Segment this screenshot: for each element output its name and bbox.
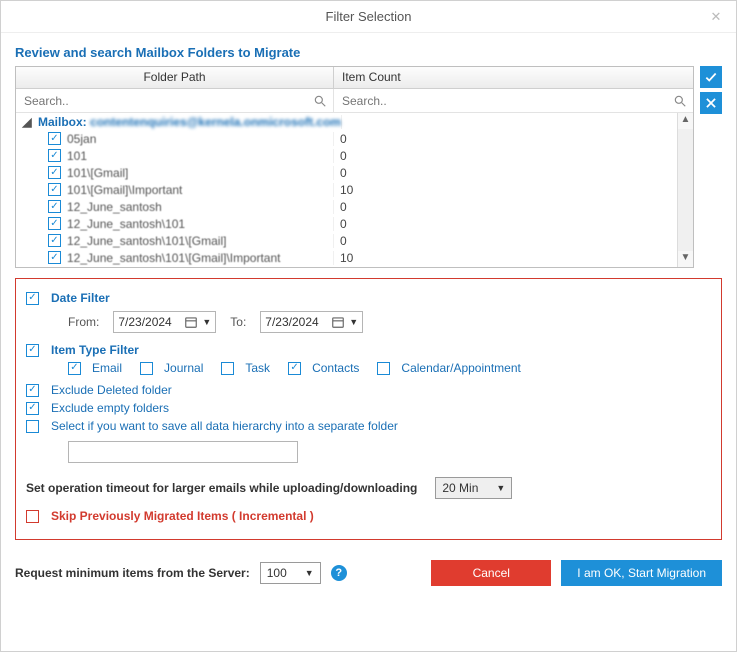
titlebar: Filter Selection ✕ [1, 1, 736, 33]
exclude-empty-checkbox[interactable] [26, 402, 39, 415]
contacts-checkbox[interactable] [288, 362, 301, 375]
save-hierarchy-checkbox[interactable] [26, 420, 39, 433]
item-type-filter-label: Item Type Filter [51, 343, 139, 357]
grid-header: Folder Path Item Count [16, 67, 693, 89]
date-filter-checkbox[interactable] [26, 292, 39, 305]
table-row[interactable]: 05jan 0 [16, 130, 693, 147]
search-icon [673, 94, 687, 108]
chevron-down-icon: ▼ [349, 317, 358, 327]
calendar-icon [331, 315, 345, 329]
check-all-button[interactable] [700, 66, 722, 88]
filter-selection-dialog: Filter Selection ✕ Review and search Mai… [0, 0, 737, 652]
folder-checkbox[interactable] [48, 132, 61, 145]
exclude-deleted-label: Exclude Deleted folder [51, 383, 172, 397]
chevron-down-icon: ▼ [496, 483, 505, 493]
save-hierarchy-label: Select if you want to save all data hier… [51, 419, 398, 433]
date-to-picker[interactable]: 7/23/2024 ▼ [260, 311, 363, 333]
close-icon[interactable]: ✕ [704, 5, 728, 29]
contacts-label: Contacts [312, 361, 359, 375]
skip-migrated-checkbox[interactable] [26, 510, 39, 523]
table-row[interactable]: 12_June_santosh 0 [16, 198, 693, 215]
page-subtitle: Review and search Mailbox Folders to Mig… [15, 45, 722, 60]
task-label: Task [245, 361, 270, 375]
folder-checkbox[interactable] [48, 234, 61, 247]
skip-migrated-label: Skip Previously Migrated Items ( Increme… [51, 509, 314, 523]
folder-count: 0 [334, 166, 693, 180]
folder-count: 0 [334, 200, 693, 214]
task-checkbox[interactable] [221, 362, 234, 375]
table-row[interactable]: 12330 [16, 266, 693, 267]
table-row[interactable]: 101\[Gmail] 0 [16, 164, 693, 181]
table-row[interactable]: 12_June_santosh\101\[Gmail] 0 [16, 232, 693, 249]
expand-icon[interactable]: ◢ [20, 115, 34, 129]
timeout-label: Set operation timeout for larger emails … [26, 481, 417, 495]
folder-grid: Folder Path Item Count ◢Mailbox: co [15, 66, 694, 268]
folder-name: 12_June_santosh\101\[Gmail] [67, 234, 226, 248]
folder-name: 101\[Gmail] [67, 166, 128, 180]
hierarchy-folder-input[interactable] [68, 441, 298, 463]
search-icon [313, 94, 327, 108]
scroll-down-icon[interactable]: ▼ [678, 251, 693, 267]
col-header-folder-path[interactable]: Folder Path [16, 67, 334, 88]
folder-name: 05jan [67, 132, 96, 146]
folder-count: 10 [334, 251, 693, 265]
search-item-count-input[interactable] [340, 93, 673, 109]
filter-options-panel: Date Filter From: 7/23/2024 ▼ To: 7/23/2… [15, 278, 722, 540]
folder-checkbox[interactable] [48, 217, 61, 230]
timeout-select[interactable]: 20 Min ▼ [435, 477, 512, 499]
table-row[interactable]: 101\[Gmail]\Important 10 [16, 181, 693, 198]
chevron-down-icon: ▼ [305, 568, 314, 578]
grid-body[interactable]: ◢ Mailbox: contentenquiries@kernela.onmic… [16, 113, 693, 267]
to-label: To: [230, 315, 246, 329]
search-folder-path-input[interactable] [22, 93, 313, 109]
folder-count: 0 [334, 149, 693, 163]
folder-name: 12_June_santosh\101 [67, 217, 185, 231]
calendar-checkbox[interactable] [377, 362, 390, 375]
calendar-label: Calendar/Appointment [401, 361, 520, 375]
email-checkbox[interactable] [68, 362, 81, 375]
request-min-items-label: Request minimum items from the Server: [15, 566, 250, 580]
start-migration-button[interactable]: I am OK, Start Migration [561, 560, 722, 586]
journal-checkbox[interactable] [140, 362, 153, 375]
folder-checkbox[interactable] [48, 166, 61, 179]
folder-checkbox[interactable] [48, 251, 61, 264]
uncheck-all-button[interactable] [700, 92, 722, 114]
folder-count: 0 [334, 132, 693, 146]
mailbox-label: Mailbox: [38, 115, 87, 129]
folder-name: 12_June_santosh\101\[Gmail]\Important [67, 251, 280, 265]
mailbox-row[interactable]: ◢ Mailbox: contentenquiries@kernela.onmic… [16, 113, 693, 130]
exclude-empty-label: Exclude empty folders [51, 401, 169, 415]
date-from-picker[interactable]: 7/23/2024 ▼ [113, 311, 216, 333]
folder-count: 0 [334, 217, 693, 231]
help-icon[interactable]: ? [331, 565, 347, 581]
journal-label: Journal [164, 361, 203, 375]
mailbox-address: contentenquiries@kernela.onmicrosoft.com [90, 115, 341, 129]
folder-count: 10 [334, 183, 693, 197]
folder-checkbox[interactable] [48, 183, 61, 196]
folder-name: 12_June_santosh [67, 200, 162, 214]
scrollbar[interactable]: ▲ ▼ [677, 113, 693, 267]
date-filter-label: Date Filter [51, 291, 110, 305]
email-label: Email [92, 361, 122, 375]
folder-name: 101\[Gmail]\Important [67, 183, 182, 197]
folder-checkbox[interactable] [48, 200, 61, 213]
from-label: From: [68, 315, 99, 329]
window-title: Filter Selection [326, 9, 412, 24]
item-type-filter-checkbox[interactable] [26, 344, 39, 357]
calendar-icon [184, 315, 198, 329]
chevron-down-icon: ▼ [202, 317, 211, 327]
cancel-button[interactable]: Cancel [431, 560, 551, 586]
folder-count: 0 [334, 234, 693, 248]
table-row[interactable]: 101 0 [16, 147, 693, 164]
table-row[interactable]: 12_June_santosh\101\[Gmail]\Important 10 [16, 249, 693, 266]
request-min-items-select[interactable]: 100 ▼ [260, 562, 321, 584]
exclude-deleted-checkbox[interactable] [26, 384, 39, 397]
scroll-up-icon[interactable]: ▲ [678, 113, 693, 129]
folder-checkbox[interactable] [48, 149, 61, 162]
col-header-item-count[interactable]: Item Count [334, 67, 693, 88]
table-row[interactable]: 12_June_santosh\101 0 [16, 215, 693, 232]
folder-name: 101 [67, 149, 87, 163]
